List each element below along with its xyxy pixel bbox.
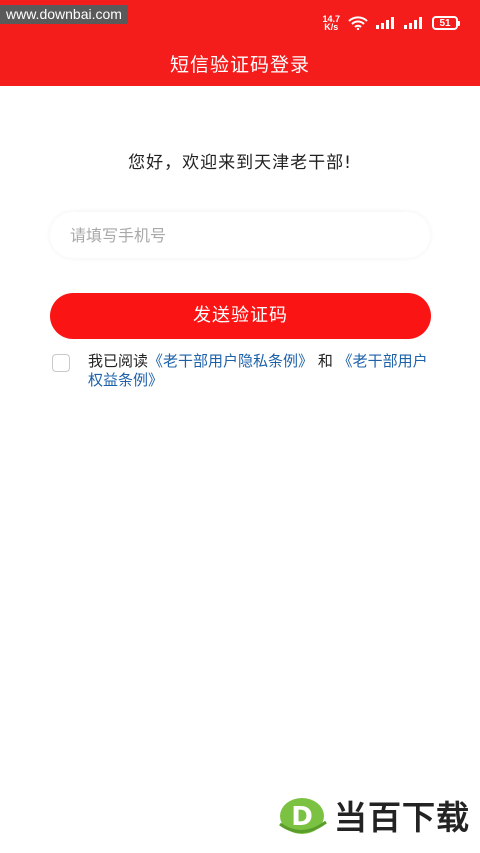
wifi-icon (348, 16, 368, 30)
brand-logo-icon: D (279, 798, 327, 834)
phone-field-container (50, 212, 430, 258)
network-speed-unit: K/s (324, 22, 339, 32)
signal-icon-sim1 (376, 17, 394, 29)
app-header: www.downbai.com 14.7 K/s 51 短信验证码登录 (0, 0, 480, 86)
battery-icon: 51 (432, 16, 460, 30)
signal-icon-sim2 (404, 17, 422, 29)
welcome-greeting: 您好，欢迎来到天津老干部! (128, 153, 352, 173)
privacy-policy-link[interactable]: 《老干部用户隐私条例》 (148, 352, 313, 370)
agreement-checkbox[interactable] (52, 354, 70, 372)
battery-level: 51 (439, 17, 451, 29)
agreement-text: 我已阅读《老干部用户隐私条例》 和 《老干部用户权益条例》 (88, 352, 428, 390)
brand-text: 当百下载 (334, 798, 470, 837)
brand-watermark: D 当百下载 (278, 791, 470, 839)
send-code-button[interactable]: 发送验证码 (50, 293, 431, 339)
network-speed: 14.7 K/s (322, 15, 340, 32)
site-watermark: www.downbai.com (0, 5, 128, 24)
brand-logo-letter: D (291, 802, 313, 832)
status-bar-icons: 14.7 K/s 51 (322, 12, 460, 34)
phone-number-input[interactable] (50, 212, 430, 258)
page-title: 短信验证码登录 (169, 54, 310, 76)
agreement-conjunction: 和 (317, 352, 333, 370)
agreement-prefix: 我已阅读 (88, 352, 149, 370)
